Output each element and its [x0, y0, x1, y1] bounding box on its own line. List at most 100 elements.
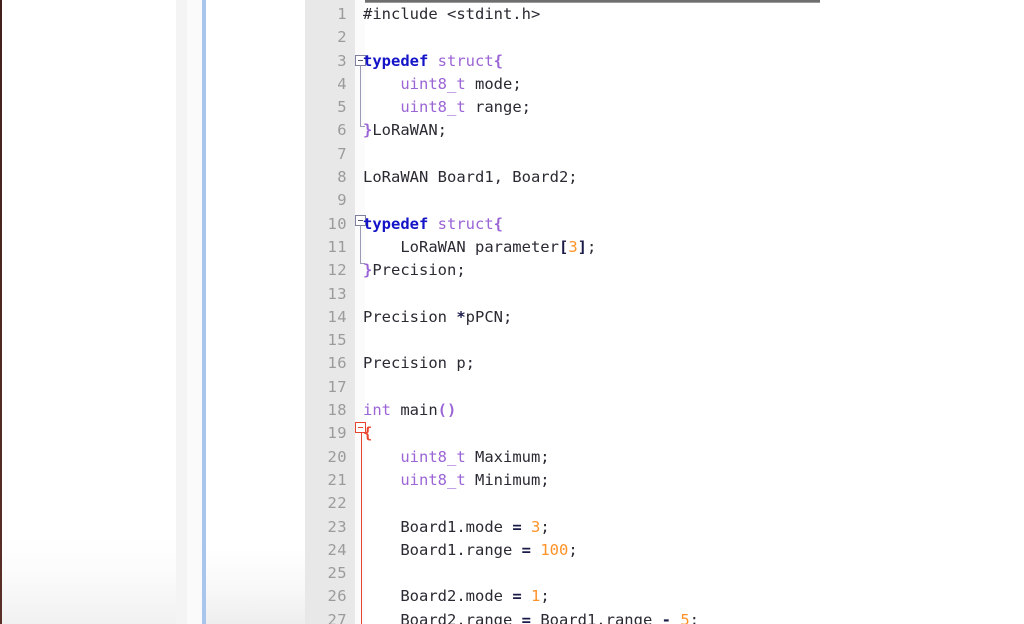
- code-line[interactable]: 26 Board2.mode = 1;: [305, 585, 1024, 608]
- code-line[interactable]: 6 }LoRaWAN;: [305, 119, 1024, 142]
- code-line[interactable]: 22: [305, 492, 1024, 515]
- code-line[interactable]: 21 uint8_t Minimum;: [305, 469, 1024, 492]
- line-number: 7: [337, 144, 347, 163]
- code-token: 3: [568, 237, 578, 256]
- code-text[interactable]: LoRaWAN parameter[3];: [363, 236, 596, 259]
- code-line[interactable]: 4 uint8_t mode;: [305, 73, 1024, 96]
- left-blank-panel: [2, 0, 176, 624]
- code-token: Maximum;: [465, 447, 550, 466]
- editor-left-margin-panel: [206, 0, 305, 624]
- code-line[interactable]: 19 {: [305, 422, 1024, 445]
- code-text[interactable]: int main(): [363, 399, 456, 422]
- code-line[interactable]: 3 typedef struct{: [305, 50, 1024, 73]
- code-text[interactable]: uint8_t mode;: [363, 73, 521, 96]
- code-text[interactable]: LoRaWAN Board1, Board2;: [363, 166, 578, 189]
- code-token: uint8_t: [400, 447, 466, 466]
- line-number: 17: [327, 377, 347, 396]
- code-text[interactable]: uint8_t Minimum;: [363, 469, 550, 492]
- code-text[interactable]: Precision p;: [363, 352, 475, 375]
- code-text[interactable]: typedef struct{: [363, 50, 503, 73]
- code-token: struct: [437, 214, 494, 233]
- code-token: ;: [689, 610, 700, 624]
- code-token: LoRaWAN;: [372, 121, 447, 140]
- code-lines[interactable]: 1 #include <stdint.h> 2 3 typedef struct{4 u…: [305, 3, 1024, 624]
- code-line[interactable]: 25: [305, 562, 1024, 585]
- code-token: Board2.range: [363, 610, 522, 624]
- code-text[interactable]: Board1.mode = 3;: [363, 516, 549, 539]
- line-number: 10: [327, 214, 347, 233]
- code-text[interactable]: Board1.range = 100;: [363, 539, 577, 562]
- code-token: 1: [531, 587, 541, 606]
- line-number: 1: [337, 5, 347, 23]
- code-line[interactable]: 8 LoRaWAN Board1, Board2;: [305, 166, 1024, 189]
- code-text[interactable]: typedef struct{: [363, 213, 503, 236]
- code-token: 100: [540, 540, 569, 559]
- code-text[interactable]: uint8_t Maximum;: [363, 446, 550, 469]
- code-token: struct: [437, 51, 494, 70]
- code-line[interactable]: 1 #include <stdint.h>: [305, 3, 1024, 26]
- line-number: 27: [327, 610, 347, 624]
- code-token: ]: [577, 237, 587, 256]
- line-number: 9: [337, 191, 347, 210]
- line-number: 23: [327, 517, 347, 536]
- code-token: uint8_t: [400, 470, 466, 489]
- code-line[interactable]: 10 typedef struct{: [305, 213, 1024, 236]
- line-number: 21: [327, 470, 347, 489]
- code-line[interactable]: 18 int main(): [305, 399, 1024, 422]
- code-token: pPCN;: [465, 307, 513, 326]
- line-number: 8: [337, 168, 347, 187]
- code-line[interactable]: 9: [305, 189, 1024, 212]
- code-token: 5: [680, 610, 690, 624]
- code-token: typedef: [363, 214, 429, 233]
- line-number: 6: [337, 121, 347, 140]
- line-number: 15: [327, 331, 347, 350]
- code-line[interactable]: 13: [305, 283, 1024, 306]
- code-token: Precision;: [372, 261, 466, 280]
- code-text[interactable]: uint8_t range;: [363, 96, 531, 119]
- code-token: {: [493, 51, 504, 70]
- line-number: 25: [327, 564, 347, 583]
- code-line[interactable]: 16 Precision p;: [305, 352, 1024, 375]
- code-token: {: [363, 424, 373, 443]
- vertical-scrollbar-track[interactable]: [176, 0, 363, 624]
- code-line[interactable]: 14 Precision *pPCN;: [305, 306, 1024, 329]
- panel-gap: [187, 0, 202, 624]
- code-token: *: [456, 307, 466, 326]
- code-line[interactable]: 12 }Precision;: [305, 259, 1024, 282]
- code-token: =: [521, 610, 531, 624]
- line-number: 12: [327, 261, 347, 280]
- code-token: {: [493, 214, 504, 233]
- code-text[interactable]: }LoRaWAN;: [363, 119, 447, 142]
- code-token: Minimum;: [465, 470, 550, 489]
- code-text[interactable]: {: [363, 422, 372, 445]
- code-line[interactable]: 24 Board1.range = 100;: [305, 539, 1024, 562]
- code-editor-pane[interactable]: 1 #include <stdint.h> 2 3 typedef struct{4 u…: [305, 0, 1024, 624]
- line-number: 13: [327, 284, 347, 303]
- code-token: ;: [540, 587, 550, 606]
- code-line[interactable]: 5 uint8_t range;: [305, 96, 1024, 119]
- code-text[interactable]: Precision *pPCN;: [363, 306, 512, 329]
- code-text[interactable]: Board2.range = Board1.range - 5;: [363, 609, 699, 624]
- code-line[interactable]: 11 LoRaWAN parameter[3];: [305, 236, 1024, 259]
- code-line[interactable]: 27 Board2.range = Board1.range - 5;: [305, 609, 1024, 624]
- code-line[interactable]: 15: [305, 329, 1024, 352]
- code-token: uint8_t: [400, 98, 466, 117]
- line-number: 20: [327, 447, 347, 466]
- code-line[interactable]: 2: [305, 26, 1024, 49]
- code-line[interactable]: 7: [305, 143, 1024, 166]
- line-number: 16: [327, 354, 347, 373]
- line-number: 19: [327, 424, 347, 443]
- code-text[interactable]: }Precision;: [363, 259, 466, 282]
- code-line[interactable]: 23 Board1.mode = 3;: [305, 516, 1024, 539]
- code-line[interactable]: 17: [305, 376, 1024, 399]
- code-line[interactable]: 20 uint8_t Maximum;: [305, 446, 1024, 469]
- code-text[interactable]: Board2.mode = 1;: [363, 585, 550, 608]
- code-token: range;: [465, 98, 531, 117]
- code-text[interactable]: #include <stdint.h>: [363, 3, 540, 26]
- code-token: =: [521, 540, 531, 559]
